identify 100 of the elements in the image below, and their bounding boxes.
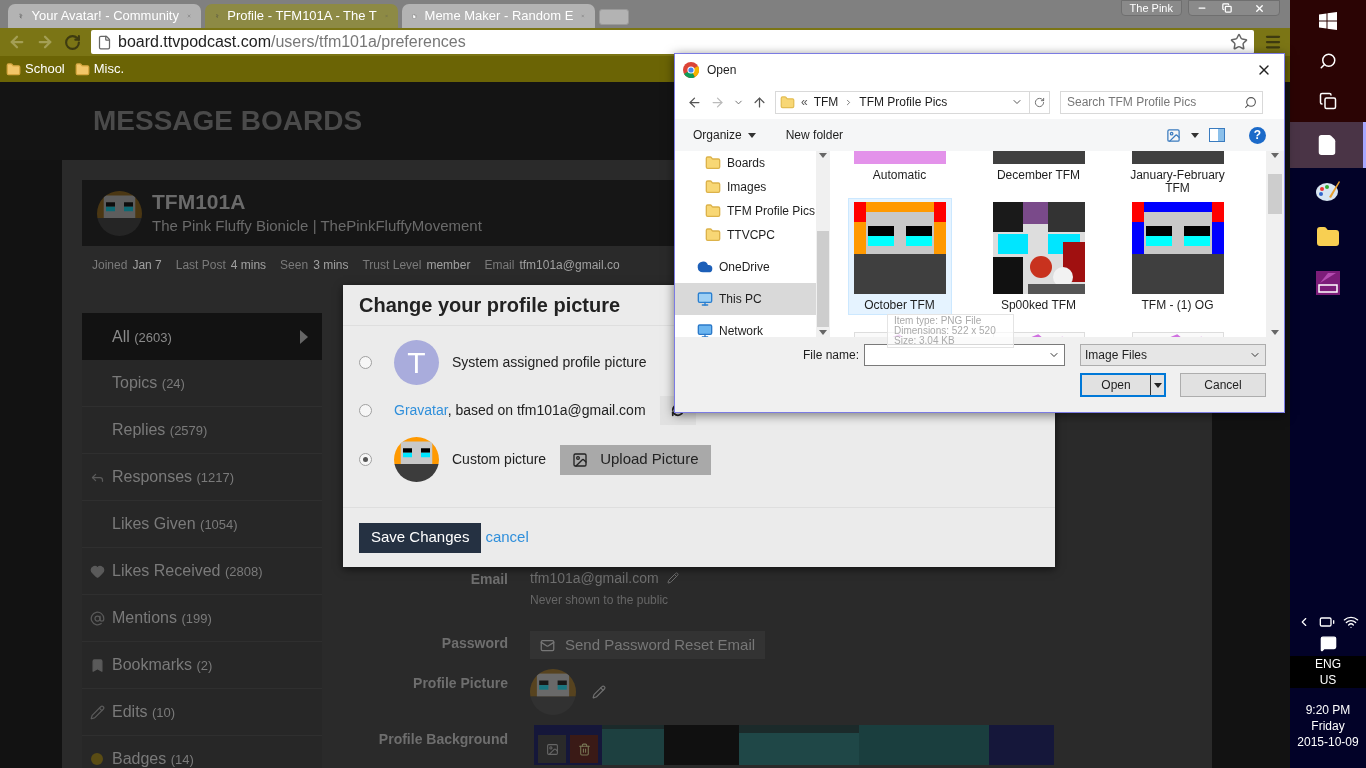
avatar bbox=[394, 437, 439, 482]
browser-tab[interactable]: Profile - TFM101A - The T bbox=[205, 4, 398, 28]
open-button[interactable]: Open bbox=[1080, 373, 1166, 397]
radio-button[interactable] bbox=[359, 356, 372, 369]
email-value: tfm101a@gmail.com bbox=[530, 568, 659, 588]
avatar bbox=[97, 190, 142, 236]
search-icon bbox=[1319, 52, 1337, 70]
taskbar-app[interactable] bbox=[1290, 122, 1366, 168]
folder-icon bbox=[705, 179, 721, 195]
sidebar-label: All (2603) bbox=[112, 326, 172, 347]
file-item[interactable]: October TFM bbox=[847, 198, 952, 315]
help-button[interactable]: ? bbox=[1249, 126, 1266, 144]
scroll-down-icon bbox=[819, 330, 827, 335]
pencil-icon bbox=[89, 704, 105, 720]
breadcrumb-bar[interactable]: « TFM TFM Profile Pics bbox=[775, 90, 1050, 114]
scroll-up-icon bbox=[1271, 153, 1279, 158]
nav-item[interactable]: Network bbox=[675, 315, 816, 337]
search-icon bbox=[1244, 95, 1257, 109]
radio-button[interactable] bbox=[359, 453, 372, 466]
stat-label: Seen bbox=[280, 257, 309, 274]
stat-value: 3 mins bbox=[313, 257, 349, 274]
bookmark-folder[interactable]: School bbox=[25, 59, 65, 79]
tab-title: Meme Maker - Random E bbox=[424, 7, 574, 26]
menu-icon[interactable] bbox=[1264, 33, 1282, 51]
chrome-icon bbox=[683, 61, 699, 78]
folder-icon bbox=[780, 94, 795, 110]
caret-icon bbox=[1191, 132, 1199, 138]
wifi-icon[interactable] bbox=[1343, 614, 1359, 630]
image-button[interactable] bbox=[538, 735, 566, 763]
dialog-title: Open bbox=[707, 61, 737, 79]
file-item[interactable]: Automatic bbox=[847, 151, 952, 185]
new-folder-button[interactable]: New folder bbox=[785, 126, 844, 144]
search-field[interactable]: Search TFM Profile Pics bbox=[1060, 90, 1263, 114]
scrollbar-thumb[interactable] bbox=[1268, 174, 1282, 214]
language-indicator[interactable]: ENG US bbox=[1290, 656, 1366, 688]
scroll-up-icon bbox=[819, 153, 827, 158]
stat-value: member bbox=[426, 257, 471, 274]
folder-icon bbox=[6, 61, 21, 77]
file-item[interactable]: Sp00ked TFM bbox=[986, 198, 1091, 315]
view-icon[interactable] bbox=[1166, 127, 1181, 143]
delete-button[interactable] bbox=[570, 735, 598, 763]
task-view-icon bbox=[1319, 92, 1337, 110]
organize-menu[interactable]: Organize bbox=[693, 126, 756, 144]
nav-item[interactable]: TTVCPC bbox=[675, 223, 816, 247]
cancel-button[interactable]: Cancel bbox=[1180, 373, 1266, 397]
new-tab-button[interactable] bbox=[599, 9, 629, 25]
file-item[interactable]: January-February TFM bbox=[1125, 151, 1230, 198]
nav-item[interactable]: This PC bbox=[675, 283, 816, 315]
field-note: Never shown to the public bbox=[530, 592, 670, 609]
pencil-icon[interactable] bbox=[592, 685, 606, 699]
image-icon bbox=[572, 451, 589, 468]
bookmark-folder[interactable]: Misc. bbox=[93, 59, 125, 79]
forward-icon[interactable] bbox=[36, 33, 54, 51]
sidebar-label: Bookmarks (2) bbox=[112, 655, 213, 675]
folder-icon bbox=[705, 227, 721, 243]
breadcrumb-item[interactable]: TFM bbox=[813, 93, 839, 111]
pencil-icon[interactable] bbox=[666, 572, 679, 584]
badge-icon bbox=[91, 753, 103, 765]
file-item[interactable]: December TFM bbox=[986, 151, 1091, 185]
nav-item[interactable]: OneDrive bbox=[675, 251, 816, 283]
sidebar-label: Responses (1217) bbox=[112, 467, 235, 487]
battery-icon[interactable] bbox=[1319, 614, 1335, 630]
caret-icon bbox=[747, 132, 756, 138]
file-item[interactable]: TFM - (1) OG bbox=[1125, 198, 1230, 315]
scrollbar-thumb[interactable] bbox=[817, 231, 829, 327]
forward-icon[interactable] bbox=[710, 94, 725, 110]
scrollbar[interactable] bbox=[816, 151, 830, 337]
stat-value: Jan 7 bbox=[132, 257, 162, 274]
file-type-dropdown[interactable]: Image Files bbox=[1080, 344, 1266, 366]
sidebar-label: Mentions (199) bbox=[112, 608, 212, 628]
scroll-down-icon bbox=[1271, 330, 1279, 335]
scrollbar[interactable] bbox=[1266, 151, 1284, 337]
breadcrumb-item[interactable]: TFM Profile Pics bbox=[859, 93, 948, 111]
field-label: Profile Background bbox=[377, 730, 508, 749]
address-bar[interactable]: board.ttvpodcast.com/users/tfm101a/preferences bbox=[91, 30, 1254, 54]
network-icon bbox=[697, 323, 713, 337]
nav-item[interactable]: Images bbox=[675, 175, 816, 199]
clock[interactable]: 9:20 PM Friday 2015-10-09 bbox=[1297, 702, 1359, 750]
nav-item[interactable]: Boards bbox=[675, 151, 816, 175]
breadcrumb-overflow[interactable]: « bbox=[801, 93, 808, 111]
upload-button[interactable]: Upload Picture bbox=[560, 444, 711, 475]
up-icon[interactable] bbox=[752, 94, 767, 110]
sidebar-label: Replies (2579) bbox=[112, 420, 208, 440]
preview-pane-icon[interactable] bbox=[1209, 128, 1225, 142]
sidebar-item[interactable]: All (2603) bbox=[82, 313, 322, 360]
sidebar-label: Topics (24) bbox=[112, 373, 185, 393]
nav-item[interactable]: TFM Profile Pics bbox=[675, 199, 816, 223]
username: TFM101A bbox=[152, 188, 247, 215]
save-button[interactable]: Save Changes bbox=[359, 522, 482, 553]
url-text: board.ttvpodcast.com/users/tfm101a/preferences bbox=[118, 32, 466, 52]
tab-title: Your Avatar! - Community bbox=[31, 7, 179, 26]
star-icon[interactable] bbox=[1230, 33, 1248, 51]
envelope-icon bbox=[540, 637, 555, 653]
radio-button[interactable] bbox=[359, 403, 372, 417]
back-icon[interactable] bbox=[687, 94, 702, 110]
notification-icon[interactable] bbox=[1319, 635, 1337, 652]
reload-icon[interactable] bbox=[64, 33, 81, 51]
tab-title: Profile - TFM101A - The T bbox=[227, 7, 377, 26]
option-label: System assigned profile picture bbox=[452, 353, 647, 372]
cloud-icon bbox=[697, 259, 713, 275]
